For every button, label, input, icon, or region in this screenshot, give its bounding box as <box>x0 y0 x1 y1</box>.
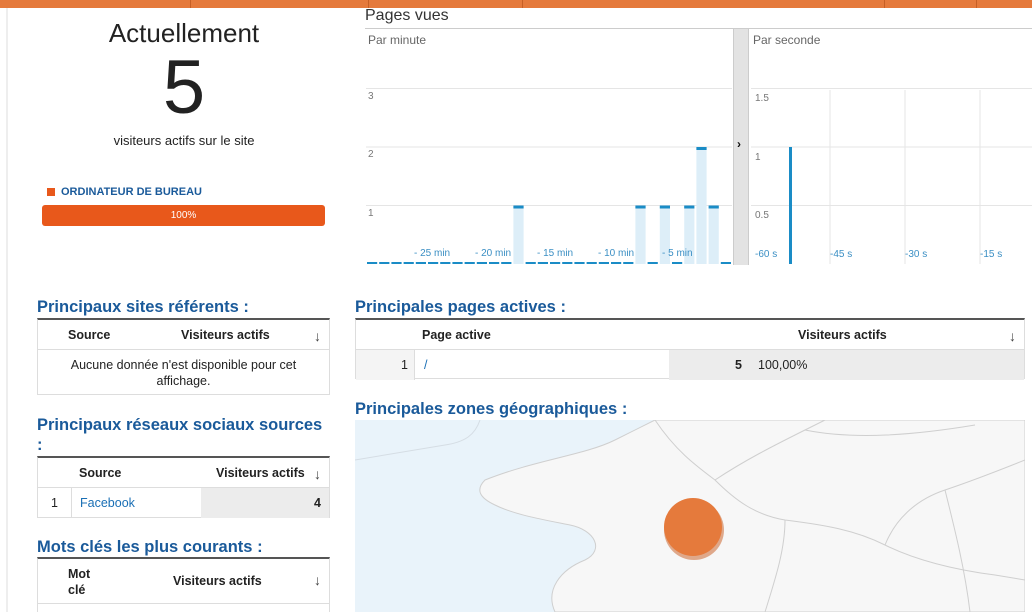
minute-bar-zero <box>586 262 597 264</box>
table-header: Page active Visiteurs actifs ↓ <box>356 320 1024 350</box>
table-row[interactable]: 1 Facebook 4 <box>38 488 329 518</box>
x-tick-label: - 15 min <box>537 248 574 259</box>
page-link[interactable]: / <box>424 350 427 380</box>
col-visitors[interactable]: Visiteurs actifs <box>181 328 270 342</box>
minute-bar-top <box>696 147 707 150</box>
minute-bar-top <box>513 205 524 209</box>
per-minute-chart <box>366 88 732 264</box>
minute-bar-zero <box>598 262 609 264</box>
social-title: Principaux réseaux sociaux sources : <box>37 416 323 454</box>
per-second-chart <box>751 88 1032 264</box>
x-tick-label: -60 s <box>755 249 778 260</box>
x-tick-label: - 25 min <box>414 248 451 259</box>
x-tick-label: - 5 min <box>662 248 693 259</box>
visitors-value: 4 <box>201 488 329 518</box>
chevron-right-icon: › <box>737 137 741 151</box>
col-visitors[interactable]: Visiteurs actifs <box>216 466 305 480</box>
y-tick-label: 1 <box>368 208 374 219</box>
x-tick-label: -45 s <box>830 249 853 260</box>
minute-bar <box>513 205 524 264</box>
social-table: Source Visiteurs actifs ↓ 1 Facebook 4 <box>37 456 330 518</box>
visitors-percent: 100,00% <box>748 350 1024 380</box>
minute-bar-zero <box>379 262 390 264</box>
sort-down-icon[interactable]: ↓ <box>1009 328 1016 344</box>
y-tick-label: 1 <box>755 152 761 163</box>
minute-bar <box>696 147 707 264</box>
table-header: Mot clé Visiteurs actifs ↓ <box>38 559 329 604</box>
minute-bar-top <box>635 205 646 209</box>
minute-bar <box>635 205 646 264</box>
col-visitors[interactable]: Visiteurs actifs <box>173 574 262 588</box>
minute-bar-zero <box>440 262 451 264</box>
minute-bar-zero <box>647 262 658 264</box>
minute-bar-zero <box>428 262 439 264</box>
chart-expand-toggle[interactable]: › <box>733 29 749 265</box>
table-header: Source Visiteurs actifs ↓ <box>38 458 329 488</box>
col-visitors[interactable]: Visiteurs actifs <box>798 328 887 342</box>
minute-bar-zero <box>403 262 414 264</box>
x-tick-label: -15 s <box>980 249 1003 260</box>
minute-bar-zero <box>562 262 573 264</box>
minute-bar-zero <box>574 262 585 264</box>
col-page[interactable]: Page active <box>422 328 491 342</box>
pages-title: Principales pages actives : <box>355 298 566 316</box>
minute-bar-top <box>684 205 695 209</box>
col-source[interactable]: Source <box>68 328 110 342</box>
table-header: Source Visiteurs actifs ↓ <box>38 320 329 350</box>
map-svg <box>355 420 1025 612</box>
x-tick-label: - 10 min <box>598 248 635 259</box>
y-tick-label: 3 <box>368 91 374 102</box>
x-tick-label: - 20 min <box>475 248 512 259</box>
sort-down-icon[interactable]: ↓ <box>314 328 321 344</box>
minute-bar-zero <box>623 262 634 264</box>
y-tick-label: 2 <box>368 149 374 160</box>
keywords-table: Mot clé Visiteurs actifs ↓ <box>37 557 330 612</box>
minute-bar-zero <box>501 262 512 264</box>
minute-bar-top <box>659 205 670 209</box>
geo-title: Principales zones géographiques : <box>355 400 628 418</box>
minute-bar-zero <box>720 262 731 264</box>
minute-bar-zero <box>525 262 536 264</box>
minute-bar-zero <box>476 262 487 264</box>
minute-bar-zero <box>550 262 561 264</box>
pages-table: Page active Visiteurs actifs ↓ 1 / 5 100… <box>355 318 1025 380</box>
minute-bar-top <box>708 205 719 209</box>
minute-bar-zero <box>464 262 475 264</box>
minute-bar-zero <box>391 262 402 264</box>
per-minute-label: Par minute <box>368 33 427 47</box>
sort-down-icon[interactable]: ↓ <box>314 466 321 482</box>
second-spike-bar <box>789 147 792 264</box>
minute-bar-zero <box>415 262 426 264</box>
keywords-title: Mots clés les plus courants : <box>37 538 263 556</box>
x-tick-label: -30 s <box>905 249 928 260</box>
minute-bar-zero <box>672 262 683 264</box>
source-link[interactable]: Facebook <box>80 488 135 518</box>
y-tick-label: 0.5 <box>755 210 769 221</box>
minute-bar-zero <box>452 262 463 264</box>
col-source[interactable]: Source <box>79 466 121 480</box>
row-index: 1 <box>38 488 72 518</box>
referrers-table: Source Visiteurs actifs ↓ Aucune donnée … <box>37 318 330 395</box>
y-tick-label: 1.5 <box>755 93 769 104</box>
minute-bar-zero <box>367 262 378 264</box>
visitor-location-bubble[interactable] <box>664 498 722 556</box>
minute-bar-zero <box>537 262 548 264</box>
visitors-value: 5 <box>669 350 748 380</box>
table-row[interactable]: 1 / 5 100,00% <box>356 350 1024 380</box>
sort-down-icon[interactable]: ↓ <box>314 572 321 588</box>
col-keyword[interactable]: Mot clé <box>68 566 108 598</box>
referrers-title: Principaux sites référents : <box>37 298 249 316</box>
minute-bar <box>708 205 719 264</box>
empty-state-text: Aucune donnée n'est disponible pour cet … <box>70 358 297 388</box>
row-index: 1 <box>356 350 415 380</box>
minute-bar-zero <box>489 262 500 264</box>
geo-map[interactable] <box>355 420 1025 612</box>
minute-bar-zero <box>611 262 622 264</box>
per-second-label: Par seconde <box>753 33 821 47</box>
